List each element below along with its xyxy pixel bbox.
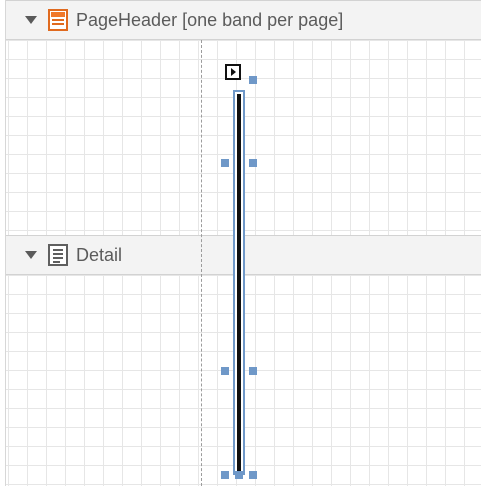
resize-handle[interactable] bbox=[221, 471, 229, 479]
collapse-arrow-icon[interactable] bbox=[22, 246, 40, 264]
resize-handle[interactable] bbox=[249, 471, 257, 479]
resize-handle[interactable] bbox=[249, 76, 257, 84]
band-title-pageheader: PageHeader [one band per page] bbox=[76, 9, 344, 30]
smart-tag-icon[interactable] bbox=[225, 64, 241, 80]
collapse-arrow-icon[interactable] bbox=[22, 11, 40, 29]
detail-band-icon bbox=[48, 244, 68, 266]
page-margin-guide bbox=[201, 40, 202, 486]
resize-handle[interactable] bbox=[221, 159, 229, 167]
resize-handle[interactable] bbox=[249, 159, 257, 167]
page-header-band-icon bbox=[48, 9, 68, 31]
band-header-pageheader[interactable]: PageHeader [one band per page] bbox=[6, 0, 481, 40]
resize-handle[interactable] bbox=[221, 367, 229, 375]
band-title-detail: Detail bbox=[76, 244, 123, 265]
resize-handle[interactable] bbox=[249, 367, 257, 375]
line-control-body bbox=[237, 94, 241, 471]
resize-handle[interactable] bbox=[235, 471, 243, 479]
